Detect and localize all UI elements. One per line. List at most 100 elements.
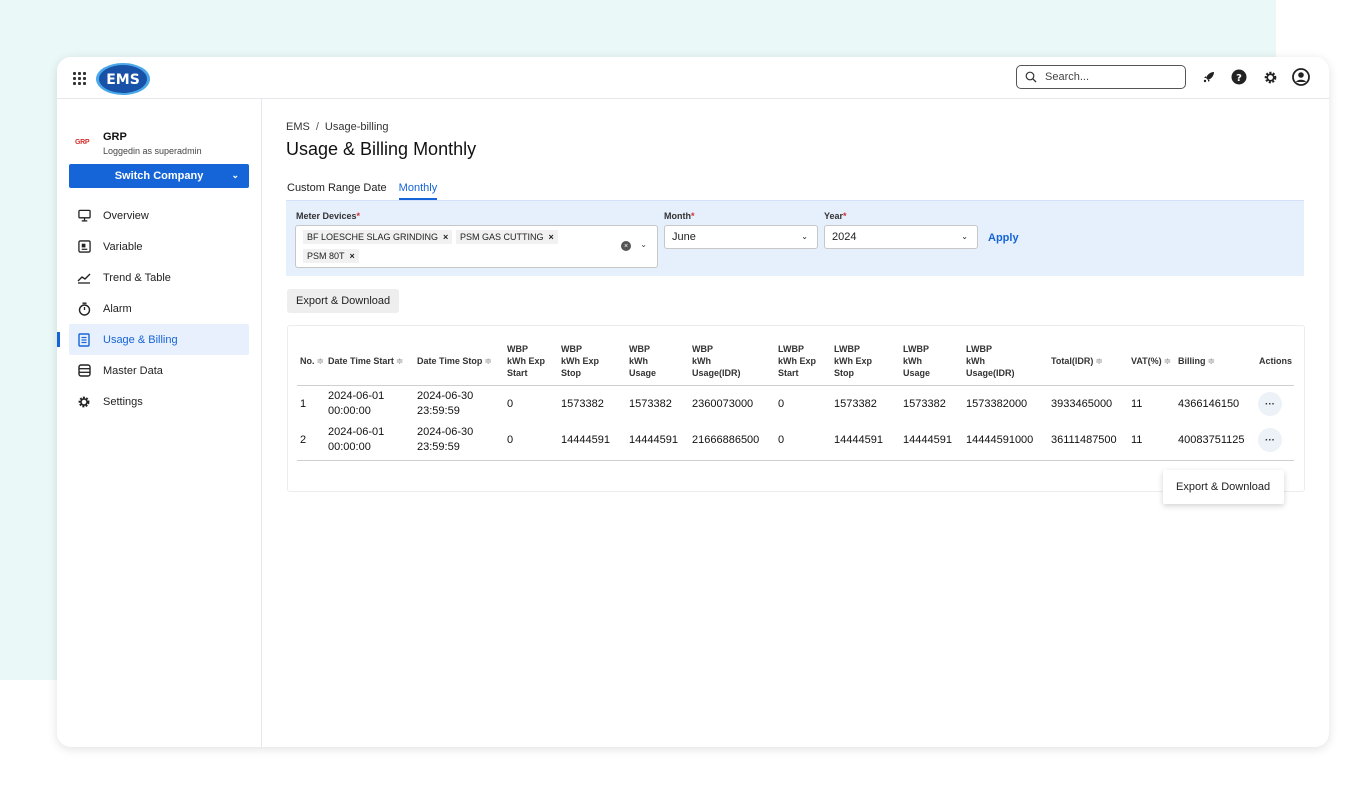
- column-header-line: Start: [778, 368, 799, 378]
- table-cell: 21666886500: [692, 434, 760, 446]
- breadcrumb-item-ems[interactable]: EMS: [286, 121, 310, 133]
- column-header-line: kWh Exp: [834, 356, 873, 366]
- column-header[interactable]: Date Time Start ≑: [328, 355, 403, 367]
- sort-icon[interactable]: ≑: [317, 356, 325, 366]
- svg-text:?: ?: [1236, 73, 1242, 84]
- sidebar-item-trend-table[interactable]: Trend & Table: [69, 262, 249, 293]
- column-header-line: Date Time Stop: [417, 356, 483, 366]
- column-header-line: kWh: [966, 356, 985, 366]
- column-header-line: WBP: [507, 344, 528, 354]
- year-select[interactable]: 2024 ⌄: [824, 225, 978, 249]
- cell-date: 2024-06-30: [417, 390, 474, 402]
- row-actions-button[interactable]: ···: [1258, 392, 1282, 416]
- meter-chip: PSM GAS CUTTING ×: [456, 230, 558, 244]
- sort-icon[interactable]: ≑: [1095, 356, 1103, 366]
- column-header-line: LWBP: [778, 344, 804, 354]
- action-menu-export-download[interactable]: Export & Download: [1163, 470, 1284, 504]
- column-header: WBP kWh Usage(IDR): [692, 343, 741, 379]
- column-header: WBP kWh Usage: [629, 343, 656, 379]
- remove-chip-icon[interactable]: ×: [443, 232, 448, 242]
- year-label: Year*: [824, 211, 847, 221]
- column-header-line: Start: [507, 368, 528, 378]
- breadcrumb-item-usage-billing[interactable]: Usage-billing: [325, 121, 389, 133]
- sort-icon[interactable]: ≑: [1208, 356, 1216, 366]
- cell-date-stop: 2024-06-30 23:59:59: [417, 425, 473, 455]
- sidebar-item-master-data[interactable]: Master Data: [69, 355, 249, 386]
- chevron-down-icon[interactable]: ⌄: [640, 240, 647, 249]
- sidebar-item-usage-billing[interactable]: Usage & Billing: [57, 324, 249, 355]
- trend-icon: [77, 271, 91, 285]
- column-header[interactable]: No. ≑: [300, 355, 324, 367]
- apps-grid-icon[interactable]: [73, 72, 86, 85]
- column-header: WBP kWh Exp Start: [507, 343, 545, 379]
- table-cell: 2: [300, 434, 307, 446]
- row-actions-button[interactable]: ···: [1258, 428, 1282, 452]
- switch-company-button[interactable]: Switch Company ⌄: [69, 164, 249, 188]
- column-header[interactable]: Total(IDR) ≑: [1051, 355, 1103, 367]
- column-header: Actions: [1259, 355, 1292, 367]
- rocket-icon[interactable]: [1200, 68, 1218, 86]
- export-download-button[interactable]: Export & Download: [287, 289, 400, 313]
- year-value: 2024: [832, 231, 857, 243]
- column-header[interactable]: VAT(%) ≑: [1131, 355, 1171, 367]
- page-title: Usage & Billing Monthly: [286, 139, 477, 159]
- remove-chip-icon[interactable]: ×: [549, 232, 554, 242]
- tab-custom-range-date[interactable]: Custom Range Date: [287, 182, 387, 200]
- column-header: LWBP kWh Usage: [903, 343, 930, 379]
- column-header-line: kWh Exp: [561, 356, 600, 366]
- table-cell: 40083751125: [1178, 434, 1245, 446]
- sidebar-item-label: Settings: [103, 395, 143, 408]
- column-header-line: Usage: [903, 368, 931, 378]
- sort-icon[interactable]: ≑: [396, 356, 404, 366]
- sidebar-item-settings[interactable]: Settings: [69, 386, 249, 417]
- settings-icon[interactable]: [1261, 68, 1279, 86]
- column-header-line: kWh Exp: [778, 356, 817, 366]
- variable-icon: [77, 240, 91, 254]
- column-header-line: LWBP: [966, 344, 992, 354]
- column-header[interactable]: Date Time Stop ≑: [417, 355, 492, 367]
- column-header-line: LWBP: [903, 344, 929, 354]
- apply-button[interactable]: Apply: [988, 232, 1019, 244]
- column-header-line: Date Time Start: [328, 356, 394, 366]
- tab-bar: Custom Range Date Monthly: [287, 182, 449, 200]
- sort-icon[interactable]: ≑: [1164, 356, 1172, 366]
- logo-text: EMS: [106, 72, 140, 88]
- column-header: WBP kWh Exp Stop: [561, 343, 599, 379]
- sidebar-item-alarm[interactable]: Alarm: [69, 293, 249, 324]
- month-select[interactable]: June ⌄: [664, 225, 818, 249]
- column-header-line: Stop: [561, 368, 581, 378]
- meter-devices-select[interactable]: BF LOESCHE SLAG GRINDING × PSM GAS CUTTIN…: [295, 225, 658, 268]
- chevron-down-icon: ⌄: [801, 232, 808, 241]
- table-cell: 14444591: [834, 434, 883, 446]
- column-header-line: No.: [300, 356, 315, 366]
- account-icon[interactable]: [1292, 68, 1310, 86]
- clear-selection-icon[interactable]: ×: [621, 241, 631, 251]
- column-header-line: Usage(IDR): [966, 368, 1015, 378]
- remove-chip-icon[interactable]: ×: [350, 251, 355, 261]
- table-cell: 0: [778, 434, 785, 446]
- sidebar-item-variable[interactable]: Variable: [69, 231, 249, 262]
- ems-logo[interactable]: EMS: [95, 62, 151, 96]
- help-icon[interactable]: ?: [1230, 68, 1248, 86]
- column-header-line: VAT(%): [1131, 356, 1162, 366]
- sidebar: GRP GRP Loggedin as superadmin Switch Co…: [57, 99, 262, 747]
- search-box[interactable]: [1016, 65, 1186, 89]
- table-cell: 2360073000: [692, 398, 754, 410]
- sort-icon[interactable]: ≑: [484, 356, 492, 366]
- cell-date-start: 2024-06-01 00:00:00: [328, 389, 384, 419]
- table-cell: 14444591000: [966, 434, 1034, 446]
- meter-devices-label: Meter Devices*: [296, 211, 361, 221]
- database-icon: [77, 364, 91, 378]
- table-cell: 11: [1131, 434, 1143, 446]
- tab-monthly[interactable]: Monthly: [398, 182, 438, 200]
- company-name: GRP: [103, 131, 127, 143]
- sidebar-item-overview[interactable]: Overview: [69, 200, 249, 231]
- column-header[interactable]: Billing ≑: [1178, 355, 1215, 367]
- column-header-line: kWh: [903, 356, 922, 366]
- search-input[interactable]: [1045, 71, 1175, 83]
- cell-time: 23:59:59: [417, 405, 460, 417]
- table-cell: 0: [507, 398, 514, 410]
- column-header-line: Total(IDR): [1051, 356, 1094, 366]
- sidebar-item-label: Variable: [103, 240, 143, 253]
- month-value: June: [672, 231, 696, 243]
